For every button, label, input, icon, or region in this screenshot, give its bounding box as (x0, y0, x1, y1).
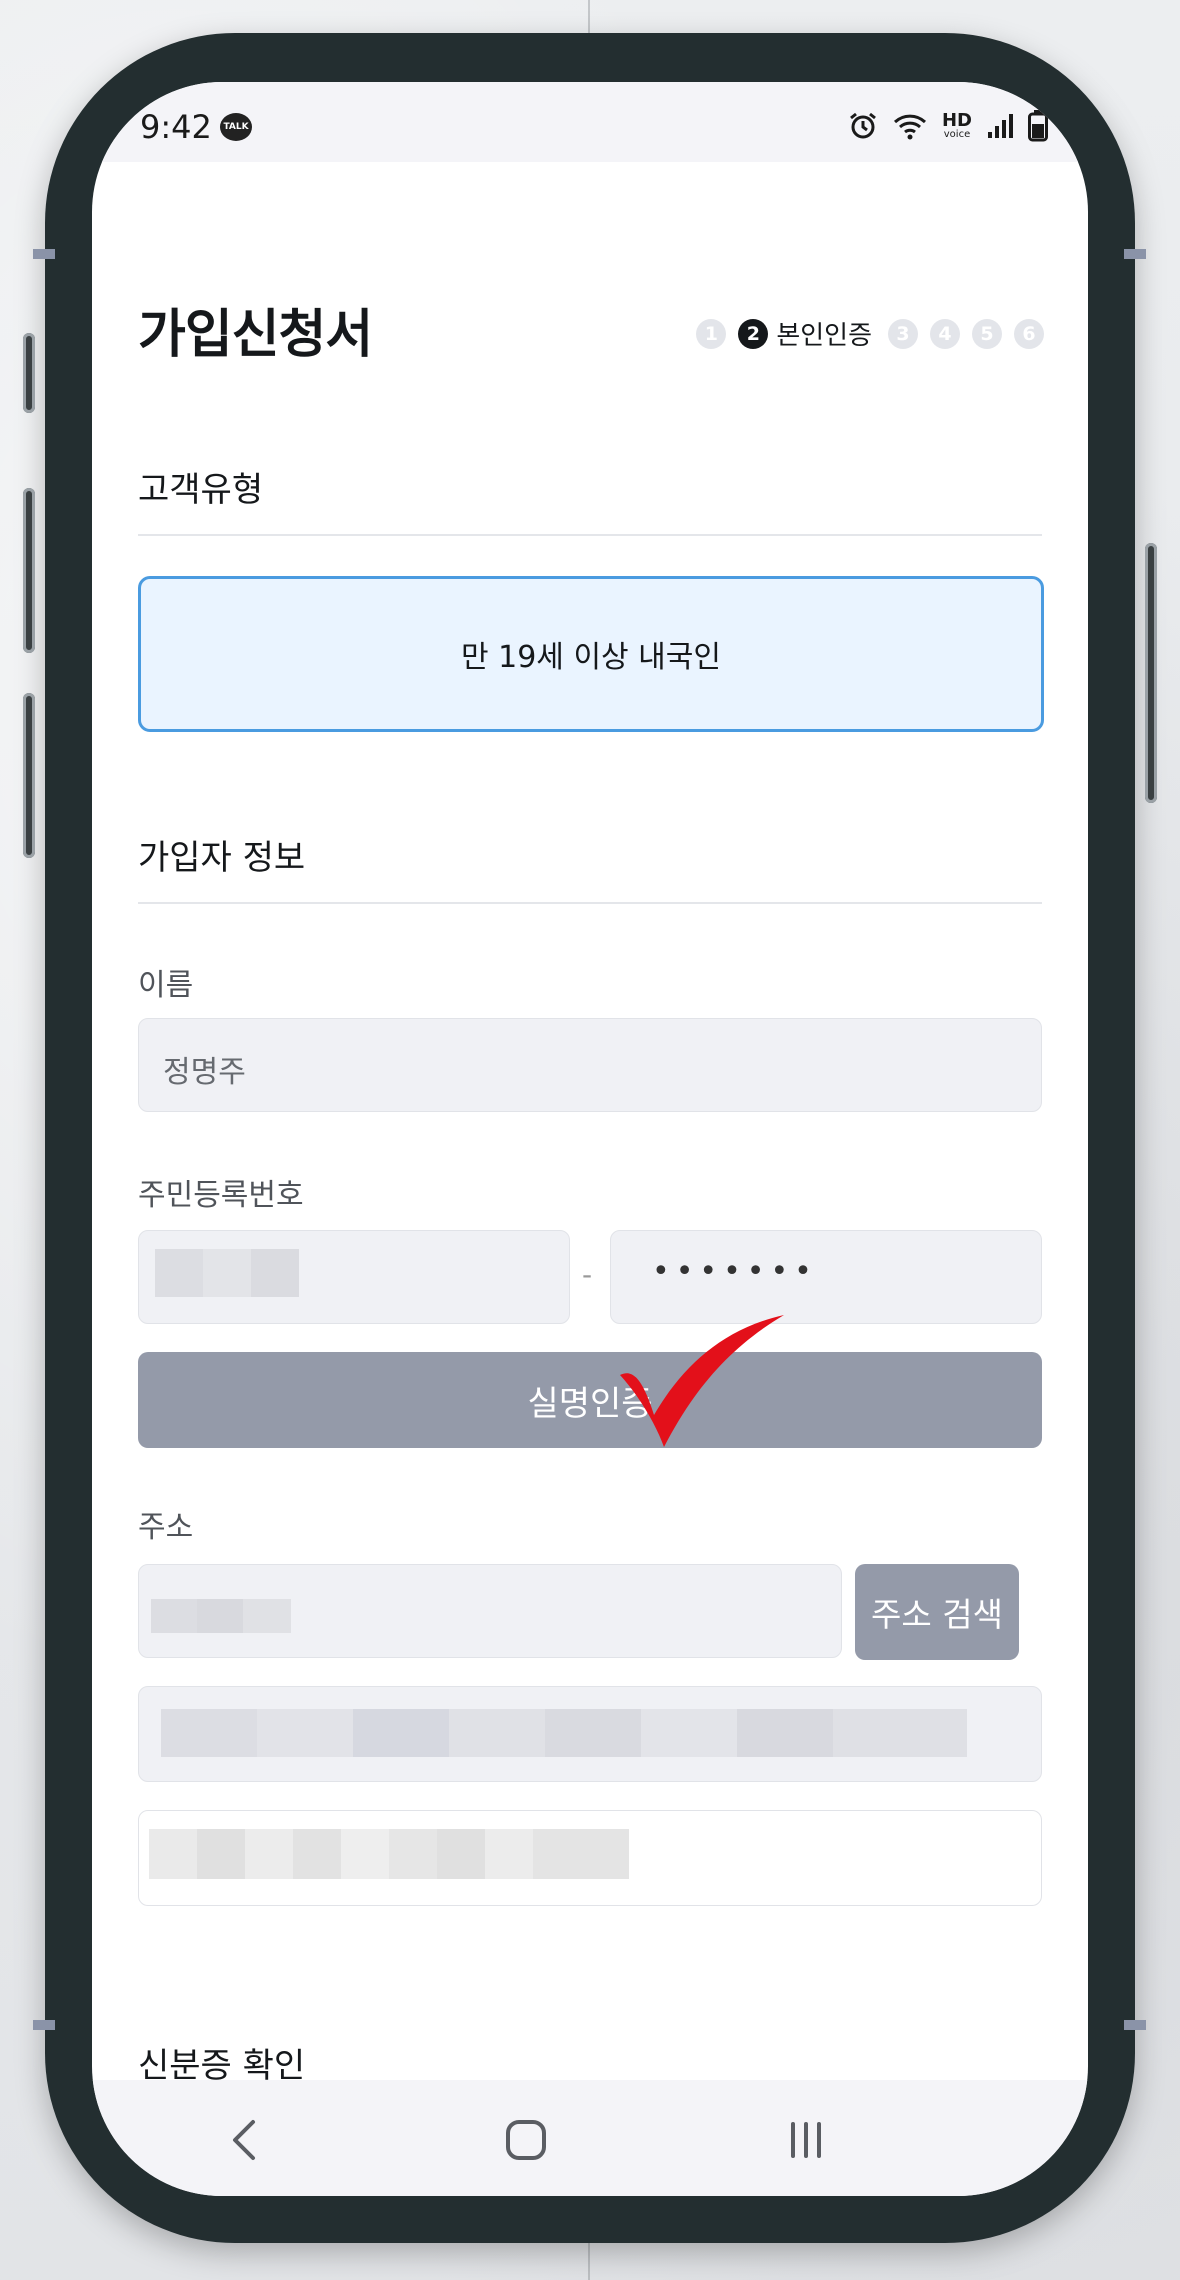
step-1: 1 (696, 318, 727, 349)
step-indicator: 1 2 본인인증 3 4 5 6 (696, 315, 1044, 352)
redacted-value (161, 1709, 967, 1757)
step-5: 5 (972, 318, 1002, 349)
voice-label: voice (943, 129, 971, 140)
signal-icon (986, 112, 1014, 140)
bixby-key (23, 693, 35, 858)
step-2-active: 2 (738, 318, 769, 349)
redacted-value (151, 1599, 291, 1633)
phone-screen: 9:42 TALK HD voice 가입신청서 1 2 본인인증 3 4 5 … (92, 82, 1088, 2196)
alarm-icon (848, 111, 878, 141)
frame-pin (1124, 249, 1146, 259)
back-icon[interactable] (214, 2110, 274, 2170)
status-bar: 9:42 TALK HD voice (92, 82, 1088, 162)
status-icons: HD voice (848, 110, 1048, 142)
section-title-customer-type: 고객유형 (138, 470, 264, 510)
postal-code-field[interactable] (138, 1564, 842, 1658)
step-3: 3 (888, 318, 918, 349)
name-label: 이름 (138, 968, 194, 1003)
rrn-separator: - (582, 1258, 593, 1291)
status-time: 9:42 (140, 108, 212, 146)
frame-pin (1124, 2020, 1146, 2030)
step-4: 4 (930, 318, 960, 349)
divider (138, 902, 1042, 904)
recents-icon[interactable] (776, 2110, 836, 2170)
real-name-verify-button[interactable]: 실명인증 (138, 1352, 1042, 1448)
active-step-label: 본인인증 (776, 321, 872, 351)
redacted-value (155, 1249, 299, 1297)
rrn-back-masked: ••••••• (652, 1254, 818, 1289)
power-key (1145, 543, 1157, 803)
rrn-front-field[interactable] (138, 1230, 570, 1324)
customer-type-option[interactable]: 만 19세 이상 내국인 (138, 576, 1044, 732)
address-search-button[interactable]: 주소 검색 (855, 1564, 1019, 1660)
address-label: 주소 (138, 1510, 194, 1545)
hd-voice-icon: HD voice (942, 112, 972, 140)
name-field[interactable]: 정명주 (138, 1018, 1042, 1112)
page-title: 가입신청서 (138, 305, 373, 365)
wifi-icon (892, 112, 928, 140)
frame-pin (33, 2020, 55, 2030)
redacted-value (149, 1829, 629, 1879)
rrn-label: 주민등록번호 (138, 1178, 304, 1213)
address-detail-field[interactable] (138, 1810, 1042, 1906)
frame-pin (33, 249, 55, 259)
section-title-subscriber-info: 가입자 정보 (138, 838, 306, 878)
battery-icon (1028, 110, 1048, 142)
name-value: 정명주 (163, 1055, 246, 1090)
address-field[interactable] (138, 1686, 1042, 1782)
divider (138, 534, 1042, 536)
volume-down-key (23, 488, 35, 653)
navigation-bar (92, 2080, 1088, 2196)
checkmark-icon (620, 1315, 784, 1447)
talk-icon: TALK (220, 113, 252, 141)
background-crease-bottom (588, 2240, 590, 2280)
home-icon[interactable] (496, 2110, 556, 2170)
volume-up-key (23, 333, 35, 413)
hd-label: HD (941, 110, 972, 131)
step-6: 6 (1014, 318, 1044, 349)
